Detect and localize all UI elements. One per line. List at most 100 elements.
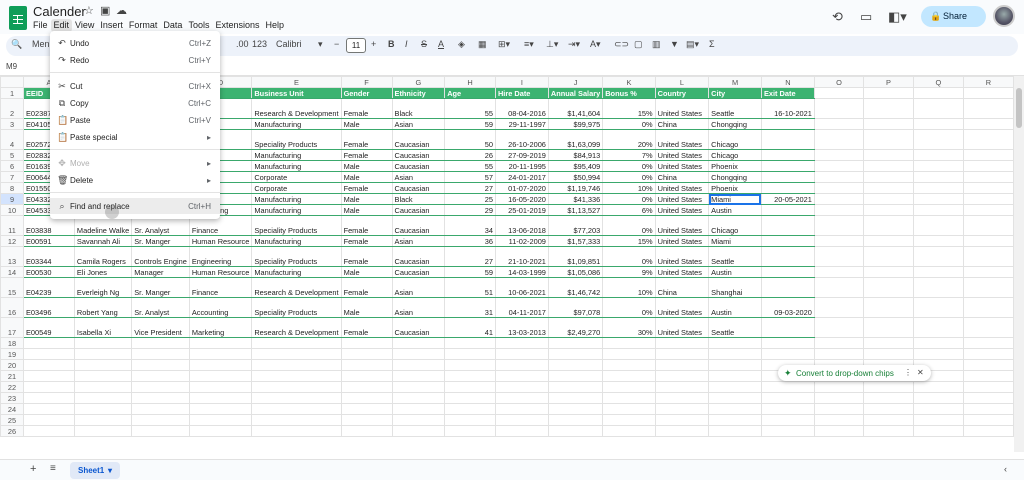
cell[interactable]	[813, 277, 864, 298]
cell[interactable]	[813, 149, 864, 161]
cell[interactable]: $77,203	[547, 215, 604, 236]
cell[interactable]	[962, 403, 1014, 415]
cell[interactable]	[708, 348, 762, 360]
cell[interactable]	[862, 403, 914, 415]
cell[interactable]	[760, 414, 815, 426]
column-header[interactable]: G	[391, 76, 446, 88]
cell[interactable]	[251, 359, 342, 371]
cell[interactable]: 0%	[602, 160, 656, 172]
cell[interactable]: Finance	[188, 277, 253, 298]
menu-item-paste-special[interactable]: 📋 Paste special ▸	[50, 129, 220, 145]
cell[interactable]: Research & Development	[251, 98, 342, 119]
cell[interactable]: Phoenix	[708, 182, 762, 194]
cell[interactable]: 11-02-2009	[494, 235, 549, 247]
cell[interactable]	[654, 392, 710, 404]
cell[interactable]	[251, 403, 342, 415]
cell[interactable]	[813, 381, 864, 393]
cell[interactable]: 29-11-1997	[494, 118, 549, 130]
cell[interactable]: 14-03-1999	[494, 266, 549, 278]
cell[interactable]: Manufacturing	[251, 118, 342, 130]
cell[interactable]	[547, 370, 604, 382]
cell[interactable]	[188, 403, 253, 415]
cell[interactable]: Controls Engine	[131, 246, 190, 267]
cell[interactable]: Female	[340, 129, 393, 150]
cell[interactable]	[813, 403, 864, 415]
cell[interactable]: Chicago	[708, 129, 762, 150]
cell[interactable]	[760, 403, 815, 415]
row-number[interactable]: 7	[0, 171, 24, 183]
cell[interactable]	[602, 381, 656, 393]
cell[interactable]: 0%	[602, 171, 656, 183]
cell[interactable]	[912, 348, 964, 360]
cell[interactable]: Chicago	[708, 215, 762, 236]
cell[interactable]	[251, 370, 342, 382]
cell[interactable]	[340, 348, 393, 360]
cell[interactable]	[494, 348, 549, 360]
cell[interactable]: United States	[654, 266, 710, 278]
share-button[interactable]: 🔒 Share	[921, 6, 986, 27]
cell[interactable]	[708, 425, 762, 437]
cell[interactable]	[340, 392, 393, 404]
italic-icon[interactable]: I	[405, 39, 408, 49]
row-number[interactable]: 14	[0, 266, 24, 278]
cell[interactable]	[962, 277, 1014, 298]
cell[interactable]: 30%	[602, 317, 656, 338]
cell[interactable]	[708, 337, 762, 349]
scrollbar-thumb[interactable]	[1016, 88, 1022, 128]
row-number[interactable]: 3	[0, 118, 24, 130]
cell[interactable]: United States	[654, 204, 710, 216]
cell[interactable]: United States	[654, 182, 710, 194]
cell[interactable]	[391, 403, 446, 415]
cell[interactable]	[73, 414, 133, 426]
cell[interactable]: Phoenix	[708, 160, 762, 172]
cell[interactable]: Male	[340, 204, 393, 216]
column-header[interactable]: H	[444, 76, 496, 88]
cell[interactable]	[862, 149, 914, 161]
cell[interactable]	[251, 337, 342, 349]
row-number[interactable]: 10	[0, 204, 24, 216]
cell[interactable]: Female	[340, 98, 393, 119]
cell[interactable]	[602, 403, 656, 415]
cell[interactable]: China	[654, 118, 710, 130]
number-format[interactable]: 123	[252, 39, 267, 49]
menu-item-cut[interactable]: ✂ Cut Ctrl+X	[50, 78, 220, 94]
cell[interactable]	[862, 171, 914, 183]
cell[interactable]: Male	[340, 118, 393, 130]
cell[interactable]: 55	[444, 160, 496, 172]
cell[interactable]: 15%	[602, 98, 656, 119]
cell[interactable]: Manufacturing	[251, 149, 342, 161]
cell[interactable]	[654, 425, 710, 437]
cell[interactable]: 55	[444, 98, 496, 119]
cell[interactable]	[862, 277, 914, 298]
cell[interactable]	[760, 182, 815, 194]
cell[interactable]: 0%	[602, 118, 656, 130]
sheets-logo-icon[interactable]	[9, 6, 27, 30]
cell[interactable]	[188, 425, 253, 437]
cell[interactable]: Eli Jones	[73, 266, 133, 278]
row-number[interactable]: 21	[0, 370, 24, 382]
cell[interactable]: 57	[444, 171, 496, 183]
cell[interactable]	[547, 348, 604, 360]
cell[interactable]	[131, 403, 190, 415]
cell[interactable]: Shanghai	[708, 277, 762, 298]
cell[interactable]: Caucasian	[391, 182, 446, 194]
cell[interactable]: $84,913	[547, 149, 604, 161]
cell[interactable]	[962, 87, 1014, 99]
cell[interactable]: Female	[340, 215, 393, 236]
cell[interactable]	[912, 246, 964, 267]
cell[interactable]: United States	[654, 215, 710, 236]
cell[interactable]: $2,49,270	[547, 317, 604, 338]
cell[interactable]	[444, 403, 496, 415]
cell[interactable]	[654, 359, 710, 371]
cell[interactable]	[912, 215, 964, 236]
add-sheet-icon[interactable]: +	[30, 463, 36, 475]
cell[interactable]: Speciality Products	[251, 215, 342, 236]
row-number[interactable]: 8	[0, 182, 24, 194]
cell[interactable]	[73, 392, 133, 404]
cell[interactable]	[912, 403, 964, 415]
cell[interactable]: Manufacturing	[251, 160, 342, 172]
cell[interactable]	[760, 337, 815, 349]
cell[interactable]: Engineering	[188, 246, 253, 267]
column-header[interactable]: P	[862, 76, 914, 88]
cell[interactable]	[862, 193, 914, 205]
